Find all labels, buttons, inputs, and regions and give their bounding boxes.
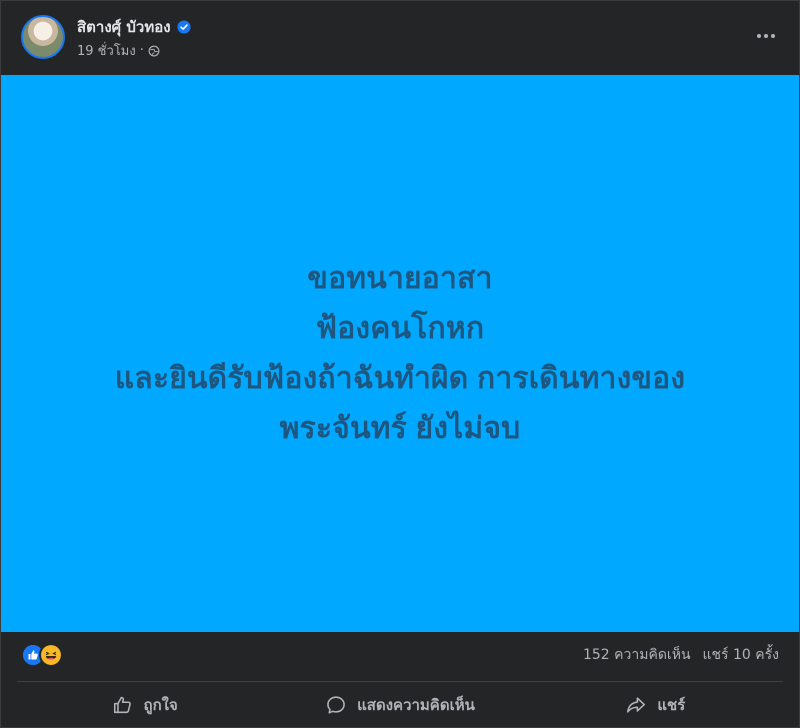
verified-badge-icon — [177, 20, 191, 34]
post-text-line: ขอทนายอาสา — [307, 261, 493, 295]
comment-button[interactable]: แสดงความคิดเห็น — [272, 685, 527, 725]
post-meta: 19 ชั่วโมง · — [77, 40, 160, 61]
haha-reaction-icon — [39, 643, 63, 667]
like-button[interactable]: ถูกใจ — [17, 685, 272, 725]
divider — [17, 681, 783, 682]
post-text-line: ฟ้องคนโกหก — [315, 311, 485, 345]
more-dot — [771, 34, 775, 38]
comment-count[interactable]: 152 ความคิดเห็น — [583, 644, 691, 666]
post-actions: ถูกใจ แสดงความคิดเห็น แชร์ — [17, 685, 783, 725]
author-avatar[interactable] — [21, 15, 65, 59]
post-text-line: และยินดีรับฟ้องถ้าฉันทำผิด การเดินทางของ — [114, 361, 686, 395]
globe-icon — [148, 45, 160, 56]
reaction-summary[interactable] — [21, 643, 63, 667]
more-dot — [757, 34, 761, 38]
author-row: สิตางศุ์ บัวทอง — [77, 15, 191, 39]
share-label: แชร์ — [657, 696, 686, 714]
author-name[interactable]: สิตางศุ์ บัวทอง — [77, 15, 171, 39]
post-timestamp[interactable]: 19 ชั่วโมง — [77, 40, 136, 61]
facebook-post: สิตางศุ์ บัวทอง 19 ชั่วโมง · ขอทนายอาสา … — [0, 0, 800, 728]
post-stats: 152 ความคิดเห็น แชร์ 10 ครั้ง — [1, 633, 799, 677]
more-dot — [764, 34, 768, 38]
comment-label: แสดงความคิดเห็น — [357, 696, 475, 714]
background-text-post: ขอทนายอาสา ฟ้องคนโกหก และยินดีรับฟ้องถ้า… — [1, 75, 799, 632]
like-label: ถูกใจ — [143, 696, 178, 714]
comment-icon — [327, 696, 345, 714]
more-options-icon[interactable] — [753, 27, 779, 45]
engagement-counts: 152 ความคิดเห็น แชร์ 10 ครั้ง — [583, 644, 779, 666]
post-text-line: พระจันทร์ ยังไม่จบ — [279, 411, 521, 445]
share-button[interactable]: แชร์ — [528, 685, 783, 725]
like-icon — [113, 696, 131, 714]
meta-separator: · — [139, 43, 144, 58]
post-header: สิตางศุ์ บัวทอง 19 ชั่วโมง · — [1, 1, 799, 75]
post-text: ขอทนายอาสา ฟ้องคนโกหก และยินดีรับฟ้องถ้า… — [30, 254, 770, 454]
share-count[interactable]: แชร์ 10 ครั้ง — [703, 644, 779, 666]
share-icon — [627, 697, 646, 713]
